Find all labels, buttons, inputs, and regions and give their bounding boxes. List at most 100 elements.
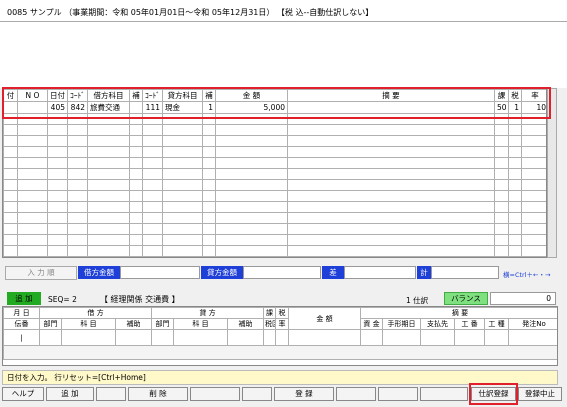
- credit-dept-input[interactable]: [151, 329, 175, 346]
- delete-button[interactable]: 削 除: [128, 387, 188, 401]
- entry-header-work-no: 工 番: [454, 318, 486, 330]
- sum-label: 計: [417, 266, 431, 279]
- payee-input[interactable]: [420, 329, 456, 346]
- entry-header-debit-sub: 補助: [114, 318, 153, 330]
- help-button[interactable]: ヘルプ: [2, 387, 44, 401]
- credit-total-field: [243, 266, 321, 279]
- register-button[interactable]: 登 録: [274, 387, 334, 401]
- table-row[interactable]: [3, 190, 546, 202]
- empty-button-2[interactable]: [190, 387, 240, 401]
- table-row[interactable]: [3, 135, 546, 147]
- empty-button-5[interactable]: [378, 387, 418, 401]
- work-type-input[interactable]: [484, 329, 510, 346]
- entry-header-row-2: 伝番 部門 科 目 補助 部門 科 目 補助 税区 率 資 金 手形期日 支払先…: [3, 318, 557, 330]
- amount-input[interactable]: [288, 329, 362, 346]
- bill-date-input[interactable]: [382, 329, 422, 346]
- entry-header-order-no: 発注No: [508, 318, 557, 330]
- table-row[interactable]: [3, 168, 546, 180]
- col-header-description: 摘 要: [287, 89, 495, 102]
- col-header-amount: 金 額: [215, 89, 288, 102]
- date-input[interactable]: |: [3, 329, 40, 346]
- cell-tax-category[interactable]: 50: [494, 101, 509, 114]
- balance-button[interactable]: バランス: [444, 292, 488, 305]
- difference-label: 差: [322, 266, 344, 279]
- register-cancel-button[interactable]: 登録中止: [518, 387, 562, 401]
- balance-value: 0: [490, 292, 556, 305]
- entry-header-row-1: 月 日 借 方 貸 方 課 税 金 額 摘 要: [3, 307, 557, 330]
- grid-scrollbar[interactable]: [547, 88, 557, 258]
- table-row[interactable]: [3, 201, 546, 213]
- cell-debit-account[interactable]: 旅費交通: [87, 101, 130, 114]
- entry-description-row[interactable]: [3, 345, 557, 360]
- cell-amount[interactable]: 5,000: [215, 101, 288, 114]
- empty-button-4[interactable]: [336, 387, 376, 401]
- entry-form[interactable]: 月 日 借 方 貸 方 課 税 金 額 摘 要 伝番 部門 科 目 補助 部門 …: [2, 306, 558, 366]
- col-header-rate: 率: [521, 89, 546, 102]
- table-row[interactable]: [3, 124, 546, 136]
- col-header-credit-code: ｺｰﾄﾞ: [142, 89, 163, 102]
- empty-button-1[interactable]: [96, 387, 126, 401]
- entry-header-slip-no: 伝番: [3, 318, 40, 330]
- debit-dept-input[interactable]: [39, 329, 62, 346]
- debit-total-label: 借方金額: [78, 266, 120, 279]
- cell-debit-code[interactable]: 842: [67, 101, 88, 114]
- order-no-input[interactable]: [508, 329, 557, 346]
- credit-sub-input[interactable]: [227, 329, 265, 346]
- table-row[interactable]: [3, 179, 546, 191]
- table-row[interactable]: [3, 146, 546, 158]
- entry-header-debit: 借 方: [38, 307, 153, 319]
- cell-debit-sub[interactable]: [129, 101, 143, 114]
- window-title: 0085 サンプル （事業期間：令和 05年01月01日～令和 05年12月31…: [0, 0, 567, 22]
- entry-header-credit: 貸 方: [151, 307, 265, 319]
- table-row[interactable]: [3, 223, 546, 235]
- table-row[interactable]: [3, 157, 546, 169]
- entry-input-row[interactable]: |: [3, 329, 557, 346]
- description-input[interactable]: [3, 345, 557, 360]
- credit-total-label: 貸方金額: [201, 266, 243, 279]
- entry-header-tax: 税: [275, 307, 290, 319]
- table-row[interactable]: 405 842 旅費交通 111 現金 1 5,000 50 1 10: [3, 101, 546, 114]
- entry-header-debit-account: 科 目: [61, 318, 116, 330]
- cell-mark[interactable]: [3, 101, 18, 114]
- table-row[interactable]: [3, 234, 546, 246]
- entry-header-rate: 率: [275, 318, 290, 330]
- credit-account-input[interactable]: [173, 329, 229, 346]
- entry-header-amount: 金 額: [288, 307, 362, 330]
- table-row[interactable]: [3, 212, 546, 224]
- journal-grid[interactable]: 付 N O 日付 ｺｰﾄﾞ 借方科目 補 ｺｰﾄﾞ 貸方科目 補 金 額 摘 要…: [2, 88, 547, 258]
- tax-category-input[interactable]: [263, 329, 277, 346]
- col-header-debit-account: 借方科目: [87, 89, 130, 102]
- debit-sub-input[interactable]: [114, 329, 153, 346]
- work-no-input[interactable]: [454, 329, 486, 346]
- entry-header-tax-category: 課: [263, 307, 277, 319]
- grid-header-row: 付 N O 日付 ｺｰﾄﾞ 借方科目 補 ｺｰﾄﾞ 貸方科目 補 金 額 摘 要…: [3, 89, 546, 102]
- fund-input[interactable]: [360, 329, 384, 346]
- journal-register-button[interactable]: 仕訳登録: [471, 387, 516, 401]
- cell-no[interactable]: [17, 101, 48, 114]
- cell-credit-account[interactable]: 現金: [162, 101, 203, 114]
- add-button[interactable]: 追 加: [46, 387, 94, 401]
- entry-header-tax-class: 税区: [263, 318, 277, 330]
- empty-button-6[interactable]: [420, 387, 468, 401]
- entry-header-debit-dept: 部門: [39, 318, 62, 330]
- status-message: 日付を入力。 行リセット=[Ctrl+Home]: [2, 370, 558, 385]
- scroll-hint: 横=Ctrl＋←・→: [503, 271, 551, 279]
- cell-credit-sub[interactable]: 1: [202, 101, 216, 114]
- cell-credit-code[interactable]: 111: [142, 101, 163, 114]
- cell-rate[interactable]: 10: [521, 101, 546, 114]
- tax-input[interactable]: [275, 329, 290, 346]
- table-row[interactable]: [3, 113, 546, 125]
- col-header-no: N O: [17, 89, 48, 102]
- empty-button-3[interactable]: [242, 387, 272, 401]
- table-row[interactable]: [3, 245, 546, 257]
- add-mode-indicator: 追 加: [7, 292, 41, 305]
- upper-blank-area: [0, 22, 567, 88]
- cell-date[interactable]: 405: [47, 101, 68, 114]
- cell-tax[interactable]: 1: [508, 101, 522, 114]
- col-header-tax: 税: [508, 89, 522, 102]
- debit-account-input[interactable]: [61, 329, 116, 346]
- entry-header-fund: 資 金: [360, 318, 384, 330]
- input-order-button[interactable]: 入 力 順: [5, 266, 77, 280]
- col-header-debit-sub: 補: [129, 89, 143, 102]
- cell-description[interactable]: [287, 101, 495, 114]
